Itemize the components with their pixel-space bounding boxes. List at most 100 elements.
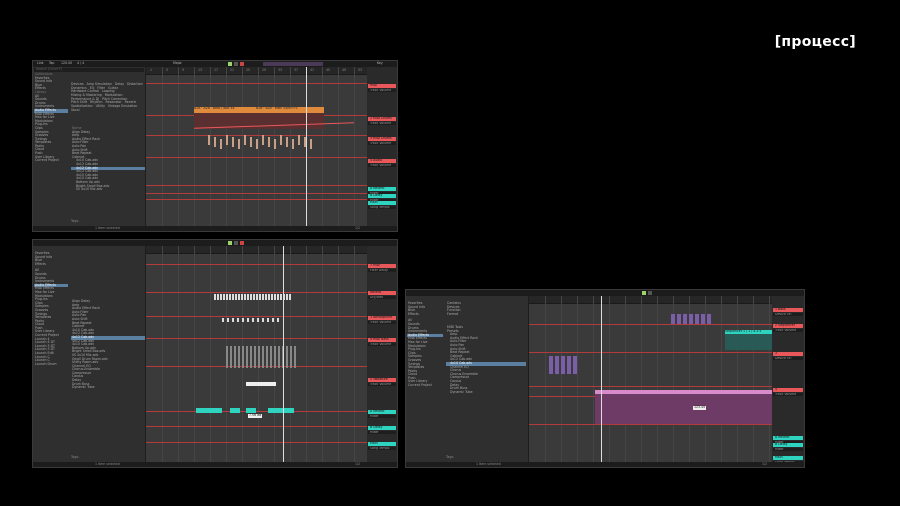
sidebar-item[interactable]: Current Project: [34, 159, 68, 163]
filter-row[interactable]: Format: [446, 312, 526, 317]
record-icon[interactable]: [240, 241, 244, 245]
automation-select[interactable]: Track Volume: [368, 320, 396, 324]
play-icon[interactable]: [642, 291, 646, 295]
track-name[interactable]: 4 MIDI Bass: [368, 338, 396, 342]
midi-note: [250, 137, 252, 147]
automation-select[interactable]: Track Volume: [368, 141, 396, 145]
timeline-ruler[interactable]: [529, 296, 772, 304]
clip-purple[interactable]: [695, 314, 699, 324]
clip-purple[interactable]: [707, 314, 711, 324]
track-name[interactable]: 4: [773, 388, 803, 392]
automation-select[interactable]: Mixer: [773, 447, 803, 451]
midi-note: [254, 346, 256, 368]
track-name[interactable]: 1 Bass: [773, 308, 803, 312]
clip-purple[interactable]: [677, 314, 681, 324]
track-name[interactable]: Reverb: [368, 291, 396, 295]
track-name[interactable]: MIDI: [368, 84, 396, 88]
clip-cyan-b[interactable]: [230, 408, 240, 413]
filter-tags: Devices Amp Simulation Delay Distortion Dyna…: [71, 82, 145, 113]
grid-line: [705, 296, 706, 462]
track-name[interactable]: A Reverb: [773, 436, 803, 440]
clip-purple[interactable]: [671, 314, 675, 324]
tap-button[interactable]: Tap: [49, 61, 54, 66]
midi-note: [256, 294, 258, 300]
stop-icon[interactable]: [648, 291, 652, 295]
track-name[interactable]: 1 MIDI: [368, 264, 396, 268]
automation-select[interactable]: Song Tempo: [368, 446, 396, 450]
automation-select[interactable]: Device On: [773, 312, 803, 316]
list-item[interactable]: SS 4x10 Mix.adv: [71, 187, 145, 192]
midi-note: [235, 294, 237, 300]
track-name[interactable]: 3 MIDI Drums: [368, 137, 396, 141]
filter-chip[interactable]: Vintage Emulation: [108, 104, 137, 109]
play-icon[interactable]: [228, 62, 232, 66]
automation-select[interactable]: Track Volume: [368, 88, 396, 92]
list-item[interactable]: Dynamic Tube: [446, 390, 526, 395]
automation-select[interactable]: Track Volume: [368, 382, 396, 386]
clip-purple[interactable]: [561, 356, 565, 374]
automation-select[interactable]: Mixer: [368, 414, 396, 418]
record-icon[interactable]: [240, 62, 244, 66]
arrangement-position[interactable]: [263, 62, 323, 66]
clip-selected[interactable]: [246, 382, 276, 386]
track-name[interactable]: 3 Atmosphere: [368, 316, 396, 320]
clip-cyan-d[interactable]: [268, 408, 294, 413]
clip-purple[interactable]: [549, 356, 553, 374]
clip-purple[interactable]: [683, 314, 687, 324]
sidebar-item[interactable]: Current Project: [407, 383, 443, 388]
automation-select[interactable]: Track Volume: [368, 121, 396, 125]
automation-select[interactable]: Track Volume: [773, 392, 803, 396]
key-selector[interactable]: Major: [173, 61, 182, 66]
timeline-ruler[interactable]: 1 5 9 13 17 21 25 29 33 37 41 45 49 53: [146, 67, 367, 75]
arrangement-view[interactable]: 7.56 dB: [146, 246, 367, 462]
clip-cyan-a[interactable]: [196, 408, 222, 413]
ruler-mark: 17: [214, 67, 219, 72]
automation-select[interactable]: Mixer: [368, 430, 396, 434]
filter-chip[interactable]: Vocal: [71, 108, 79, 113]
track-name[interactable]: Main: [773, 456, 803, 460]
arrangement-view[interactable]: Sequencer 1 / 1 / 4.3 5 123.45: [529, 296, 773, 462]
track-name[interactable]: B Delay: [773, 443, 803, 447]
automation-select[interactable]: Track Volume: [368, 342, 396, 346]
timeline-ruler[interactable]: [146, 246, 367, 254]
track-name[interactable]: A Reverb: [368, 410, 396, 414]
automation-select[interactable]: Filter Delay: [368, 268, 396, 272]
track-name[interactable]: 2 Sequencer: [773, 324, 803, 328]
automation-select[interactable]: Device On: [773, 356, 803, 360]
track-name[interactable]: 2 MIDI Drums: [368, 117, 396, 121]
track-name[interactable]: Main: [368, 201, 396, 205]
grid-line: [354, 67, 355, 226]
stop-icon[interactable]: [234, 62, 238, 66]
track-name[interactable]: 5 Tablature: [368, 378, 396, 382]
sidebar-item[interactable]: Launch Drum: [34, 362, 68, 367]
track-name[interactable]: A Reverb: [368, 187, 396, 191]
clip-purple[interactable]: [555, 356, 559, 374]
arrangement-view[interactable]: 1 5 9 13 17 21 25 29 33 37 41 45 49 53 B2B · A2B · Be…: [146, 67, 367, 226]
play-icon[interactable]: [228, 241, 232, 245]
automation-select[interactable]: Track Volume: [368, 163, 396, 167]
track-divider: [529, 386, 772, 387]
track-name[interactable]: 4 Audio: [368, 159, 396, 163]
track-name[interactable]: B Delay: [368, 426, 396, 430]
stop-icon[interactable]: [234, 241, 238, 245]
filter-chip[interactable]: Utility: [96, 104, 105, 109]
key-map-label[interactable]: Key: [377, 61, 383, 66]
automation-select[interactable]: Dry/Wet: [368, 295, 396, 299]
sidebar-collections: Collections Favorites Sound Info Blue Effect…: [34, 72, 68, 163]
link-button[interactable]: Link: [37, 61, 44, 66]
list-item[interactable]: Dynamic Tube: [71, 386, 145, 390]
clip-purple[interactable]: [689, 314, 693, 324]
automation-select[interactable]: Song Tempo: [368, 205, 396, 209]
tempo-field[interactable]: 120.00: [61, 61, 72, 66]
filter-chip[interactable]: Distortion: [127, 82, 143, 87]
time-signature[interactable]: 4 / 4: [77, 61, 84, 66]
clip-purple[interactable]: [573, 356, 577, 374]
track-name[interactable]: Main: [368, 442, 396, 446]
clip-purple[interactable]: [567, 356, 571, 374]
midi-note: [286, 294, 288, 300]
page-indicator: 1/2: [355, 462, 361, 466]
clip-purple[interactable]: [701, 314, 705, 324]
track-name[interactable]: 3: [773, 352, 803, 356]
automation-select[interactable]: Track Volume: [773, 328, 803, 332]
track-name[interactable]: B Delay: [368, 194, 396, 198]
